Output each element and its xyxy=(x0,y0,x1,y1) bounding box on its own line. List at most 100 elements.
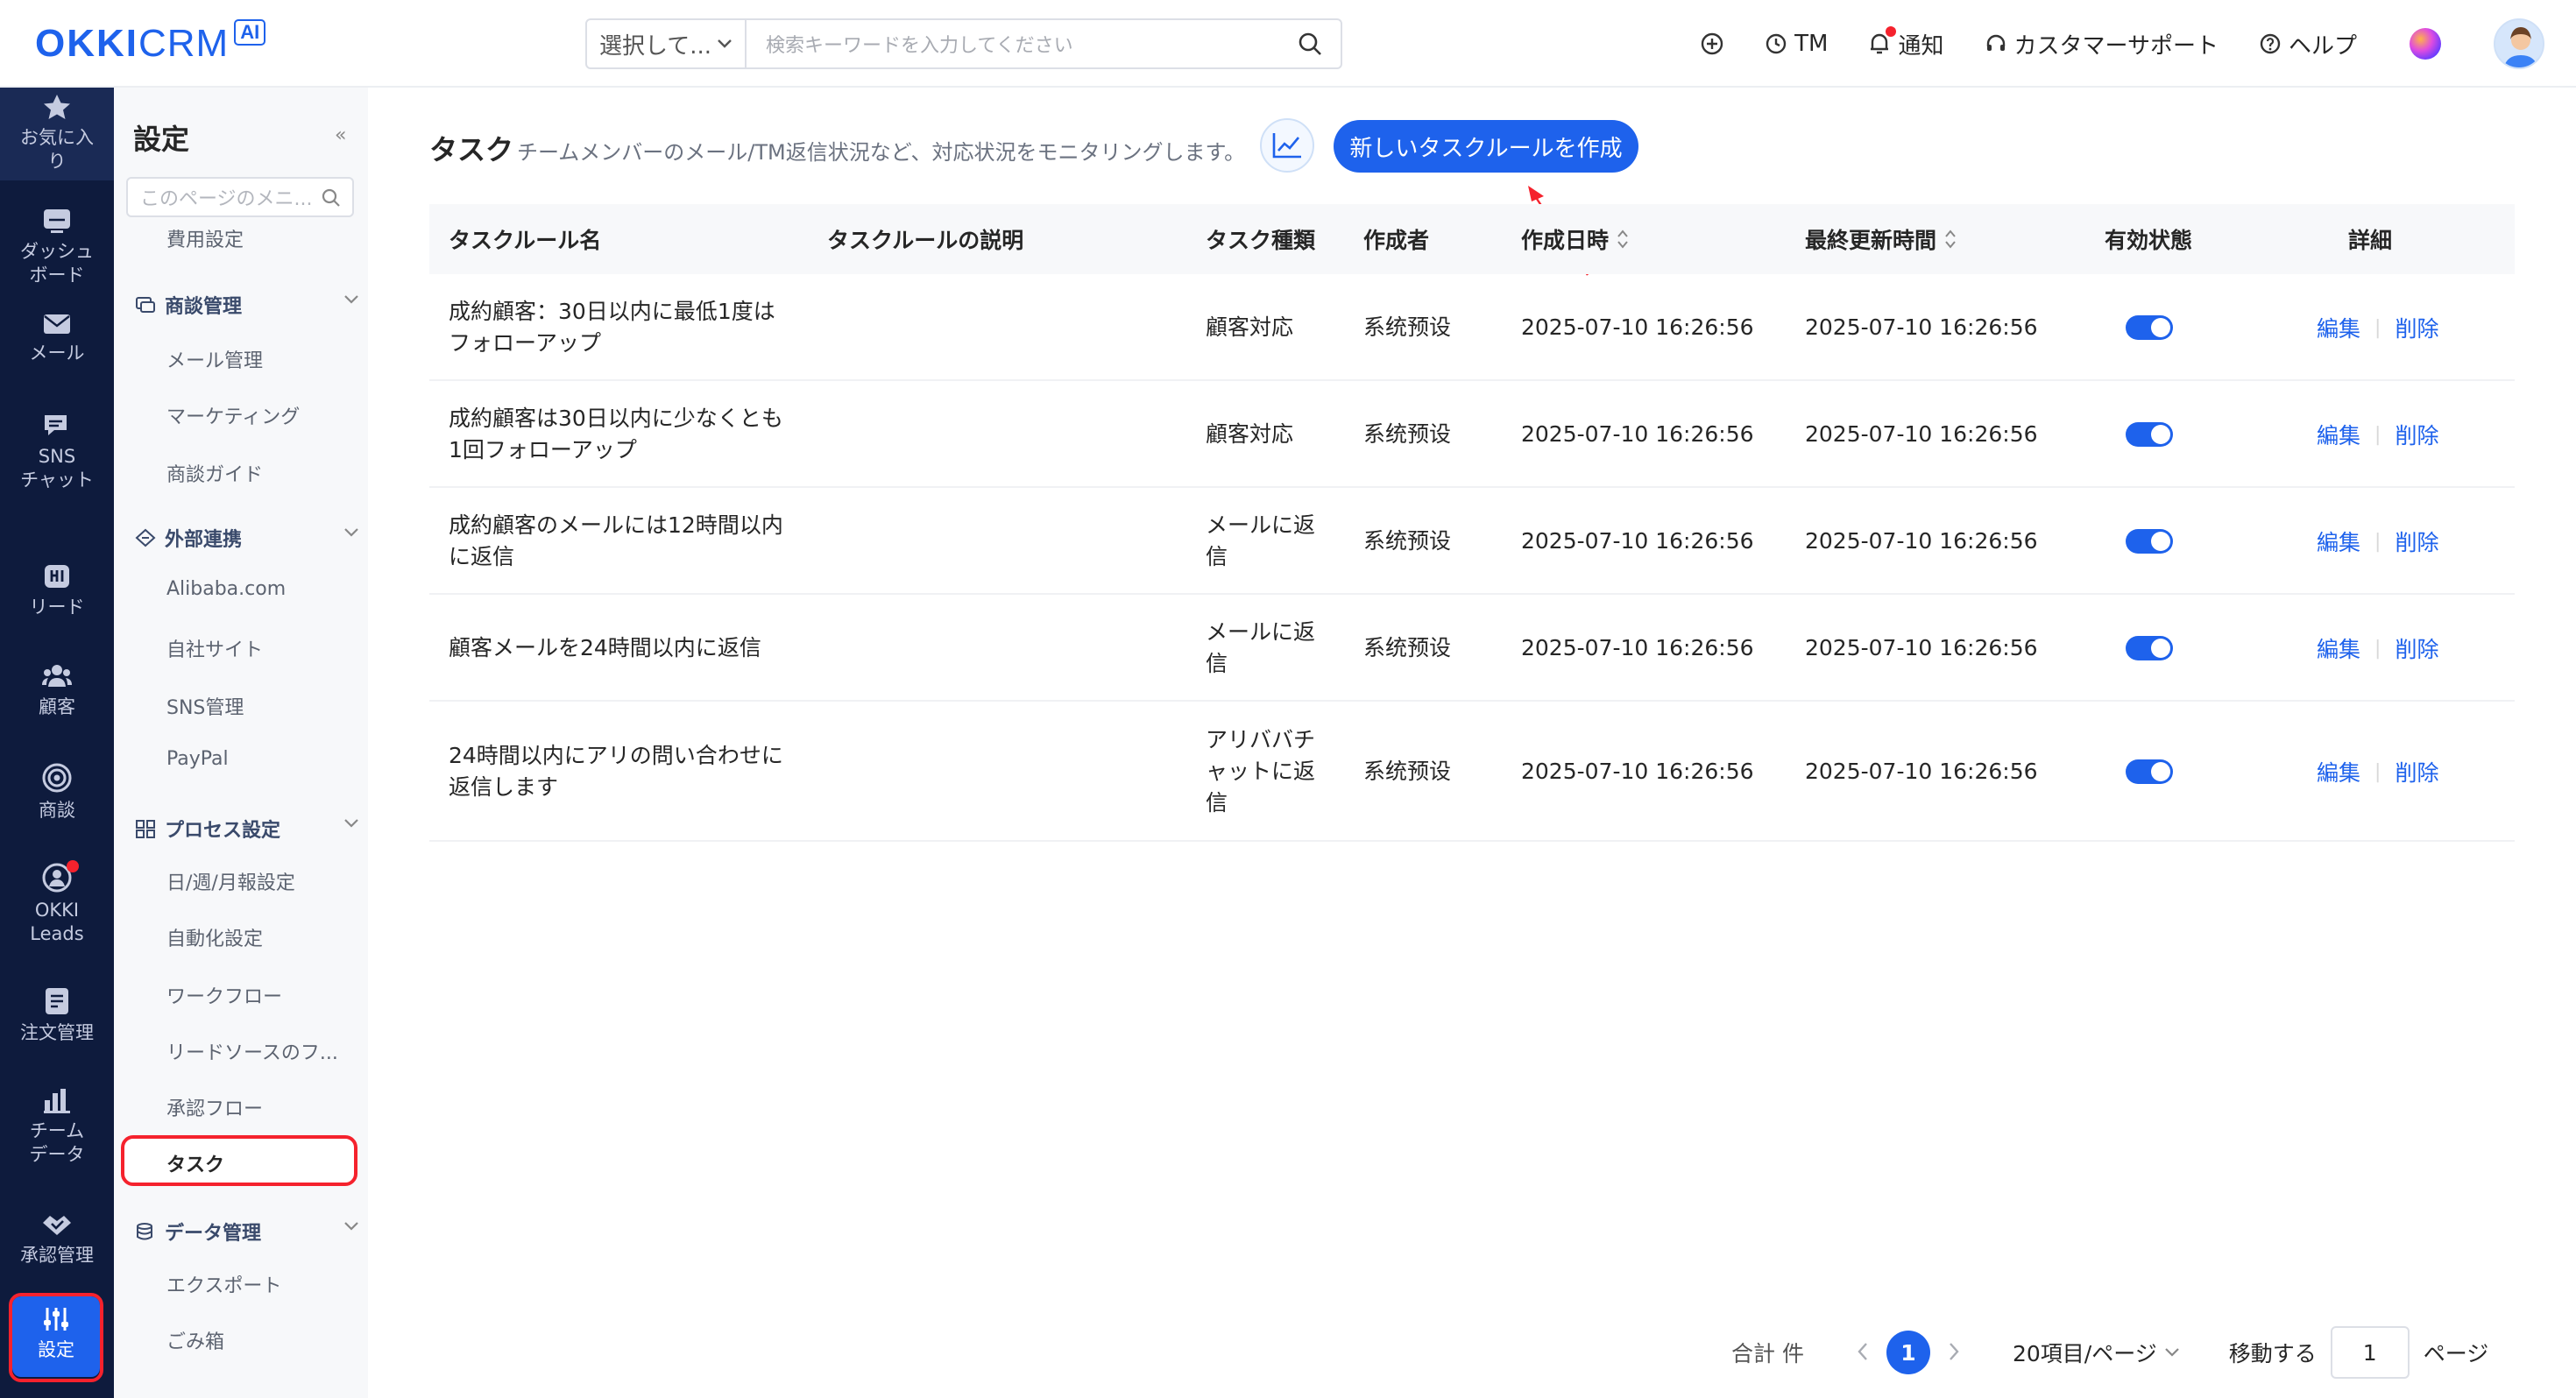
cell-created-time: 2025-07-10 16:26:56 xyxy=(1521,635,1754,660)
menu-report-settings[interactable]: 日/週/月報設定 xyxy=(166,867,295,895)
nav-dashboard[interactable]: ダッシュ ボード xyxy=(0,207,114,287)
notification-button[interactable]: 通知 xyxy=(1868,26,1944,60)
nav-customer[interactable]: 顧客 xyxy=(0,662,114,719)
settings-highlight-frame xyxy=(9,1293,103,1382)
column-header-created[interactable]: 作成日時 xyxy=(1521,223,1630,255)
edit-link[interactable]: 編集 xyxy=(2317,419,2360,450)
edit-link[interactable]: 編集 xyxy=(2317,312,2360,343)
create-task-rule-button[interactable]: 新しいタスクルールを作成 xyxy=(1334,120,1638,173)
menu-sns-management[interactable]: SNS管理 xyxy=(166,692,244,720)
page-jump: 移動する 1 ページ xyxy=(2229,1326,2488,1379)
cell-task-name: 成約顧客：30日以内に最低1度は フォローアップ xyxy=(449,299,775,356)
menu-group-external[interactable]: 外部連携 xyxy=(135,524,359,552)
menu-lead-source[interactable]: リードソースのフ... xyxy=(166,1037,338,1065)
nav-deal[interactable]: 商談 xyxy=(0,762,114,823)
sort-icon[interactable] xyxy=(1616,228,1630,251)
cell-task-name: 顧客メールを24時間以内に返信 xyxy=(449,635,761,660)
menu-paypal[interactable]: PayPal xyxy=(166,748,229,770)
nav-okki-leads-label: OKKI Leads xyxy=(30,900,84,944)
notification-label: 通知 xyxy=(1898,32,1944,60)
user-avatar-icon xyxy=(2503,27,2538,67)
status-toggle[interactable] xyxy=(2126,422,2173,447)
customer-support-label: カスタマーサポート xyxy=(2013,32,2219,60)
menu-approval-flow[interactable]: 承認フロー xyxy=(166,1093,263,1121)
next-page-button[interactable] xyxy=(1948,1338,1960,1367)
menu-workflow[interactable]: ワークフロー xyxy=(166,981,282,1009)
table-row: 成約顧客は30日以内に少なくとも 1回フォローアップ 顧客対応 系统预设 2025-0… xyxy=(429,381,2515,488)
nav-approval[interactable]: 承認管理 xyxy=(0,1211,114,1267)
menu-own-site[interactable]: 自社サイト xyxy=(166,634,263,662)
mail-icon xyxy=(44,314,70,334)
search-button[interactable] xyxy=(1279,20,1341,67)
menu-group-deal-label: 商談管理 xyxy=(165,296,243,318)
delete-link[interactable]: 削除 xyxy=(2395,526,2438,557)
menu-cost-settings[interactable]: 費用設定 xyxy=(166,224,244,252)
cell-updated-time: 2025-07-10 16:26:56 xyxy=(1805,759,2038,784)
ai-assistant-icon[interactable] xyxy=(2410,28,2441,60)
menu-task[interactable]: タスク xyxy=(166,1149,224,1177)
status-toggle[interactable] xyxy=(2126,636,2173,660)
edit-link[interactable]: 編集 xyxy=(2317,632,2360,664)
nav-order[interactable]: 注文管理 xyxy=(0,986,114,1045)
user-avatar[interactable] xyxy=(2494,18,2544,69)
search-type-select[interactable]: 選択して... xyxy=(587,20,747,67)
delete-link[interactable]: 削除 xyxy=(2395,312,2438,343)
task-rules-table: タスクルール名 タスクルールの説明 タスク種類 作成者 作成日時 最終更新時間 … xyxy=(429,204,2515,842)
collapse-menu-button[interactable]: « xyxy=(335,124,346,146)
page-jump-input[interactable]: 1 xyxy=(2330,1326,2410,1379)
nav-dashboard-label: ダッシュ ボード xyxy=(20,241,94,286)
submenu-search-input[interactable]: このページのメニ... xyxy=(126,177,354,217)
top-header: OKKI CRM AI 選択して... 検索キーワードを入力してください TM … xyxy=(0,0,2576,88)
edit-link[interactable]: 編集 xyxy=(2317,756,2360,787)
menu-deal-guide[interactable]: 商談ガイド xyxy=(166,459,263,487)
menu-task-active-frame[interactable] xyxy=(121,1135,357,1186)
search-icon xyxy=(322,188,340,207)
menu-alibaba[interactable]: Alibaba.com xyxy=(166,578,286,600)
menu-group-deal[interactable]: 商談管理 xyxy=(135,291,359,319)
menu-group-data[interactable]: データ管理 xyxy=(135,1218,359,1246)
nav-deal-label: 商談 xyxy=(39,800,75,821)
menu-group-process[interactable]: プロセス設定 xyxy=(135,815,359,843)
okki-crm-logo[interactable]: OKKI CRM AI xyxy=(35,19,266,67)
cell-task-type: メールに返 信 xyxy=(1206,619,1316,676)
nav-okki-leads[interactable]: OKKI Leads xyxy=(0,860,114,946)
team-data-icon xyxy=(44,1089,70,1113)
sort-icon[interactable] xyxy=(1943,228,1957,251)
approval-icon xyxy=(43,1216,71,1235)
column-header-status-label: 有効状態 xyxy=(2105,228,2193,253)
menu-trash[interactable]: ごみ箱 xyxy=(166,1326,224,1354)
table-header: タスクルール名 タスクルールの説明 タスク種類 作成者 作成日時 最終更新時間 … xyxy=(429,204,2515,274)
tm-button[interactable]: TM xyxy=(1765,31,1828,57)
status-toggle[interactable] xyxy=(2126,759,2173,784)
menu-export[interactable]: エクスポート xyxy=(166,1270,281,1298)
nav-team-data[interactable]: チーム データ xyxy=(0,1086,114,1167)
cell-updated-time: 2025-07-10 16:26:56 xyxy=(1805,528,2038,554)
statistics-button[interactable] xyxy=(1260,118,1314,173)
page-number-current[interactable]: 1 xyxy=(1886,1331,1930,1374)
add-button[interactable] xyxy=(1700,32,1724,56)
search-input[interactable]: 検索キーワードを入力してください xyxy=(747,30,1279,58)
cell-created-time: 2025-07-10 16:26:56 xyxy=(1521,314,1754,340)
menu-mail-management[interactable]: メール管理 xyxy=(166,345,263,373)
page-size-select[interactable]: 20項目/ページ xyxy=(2013,1337,2180,1368)
customer-support-button[interactable]: カスタマーサポート xyxy=(1985,28,2219,60)
nav-mail[interactable]: メール xyxy=(0,312,114,365)
nav-sns-chat[interactable]: SNS チャット xyxy=(0,412,114,492)
delete-link[interactable]: 削除 xyxy=(2395,632,2438,664)
edit-link[interactable]: 編集 xyxy=(2317,526,2360,557)
delete-link[interactable]: 削除 xyxy=(2395,419,2438,450)
help-button[interactable]: ヘルプ xyxy=(2259,28,2357,60)
menu-automation[interactable]: 自動化設定 xyxy=(166,923,263,951)
nav-lead[interactable]: リード xyxy=(0,562,114,619)
nav-favorites[interactable]: お気に入 り xyxy=(0,88,114,180)
menu-marketing[interactable]: マーケティング xyxy=(166,401,300,429)
logo-okki-text: OKKI xyxy=(35,22,138,65)
delete-link[interactable]: 削除 xyxy=(2395,756,2438,787)
prev-page-button[interactable] xyxy=(1857,1338,1869,1367)
chevron-down-icon xyxy=(344,295,358,304)
page-title: タスク xyxy=(429,133,514,166)
status-toggle[interactable] xyxy=(2126,529,2173,554)
chevron-down-icon xyxy=(718,39,732,48)
column-header-updated[interactable]: 最終更新時間 xyxy=(1805,223,1957,255)
status-toggle[interactable] xyxy=(2126,315,2173,340)
